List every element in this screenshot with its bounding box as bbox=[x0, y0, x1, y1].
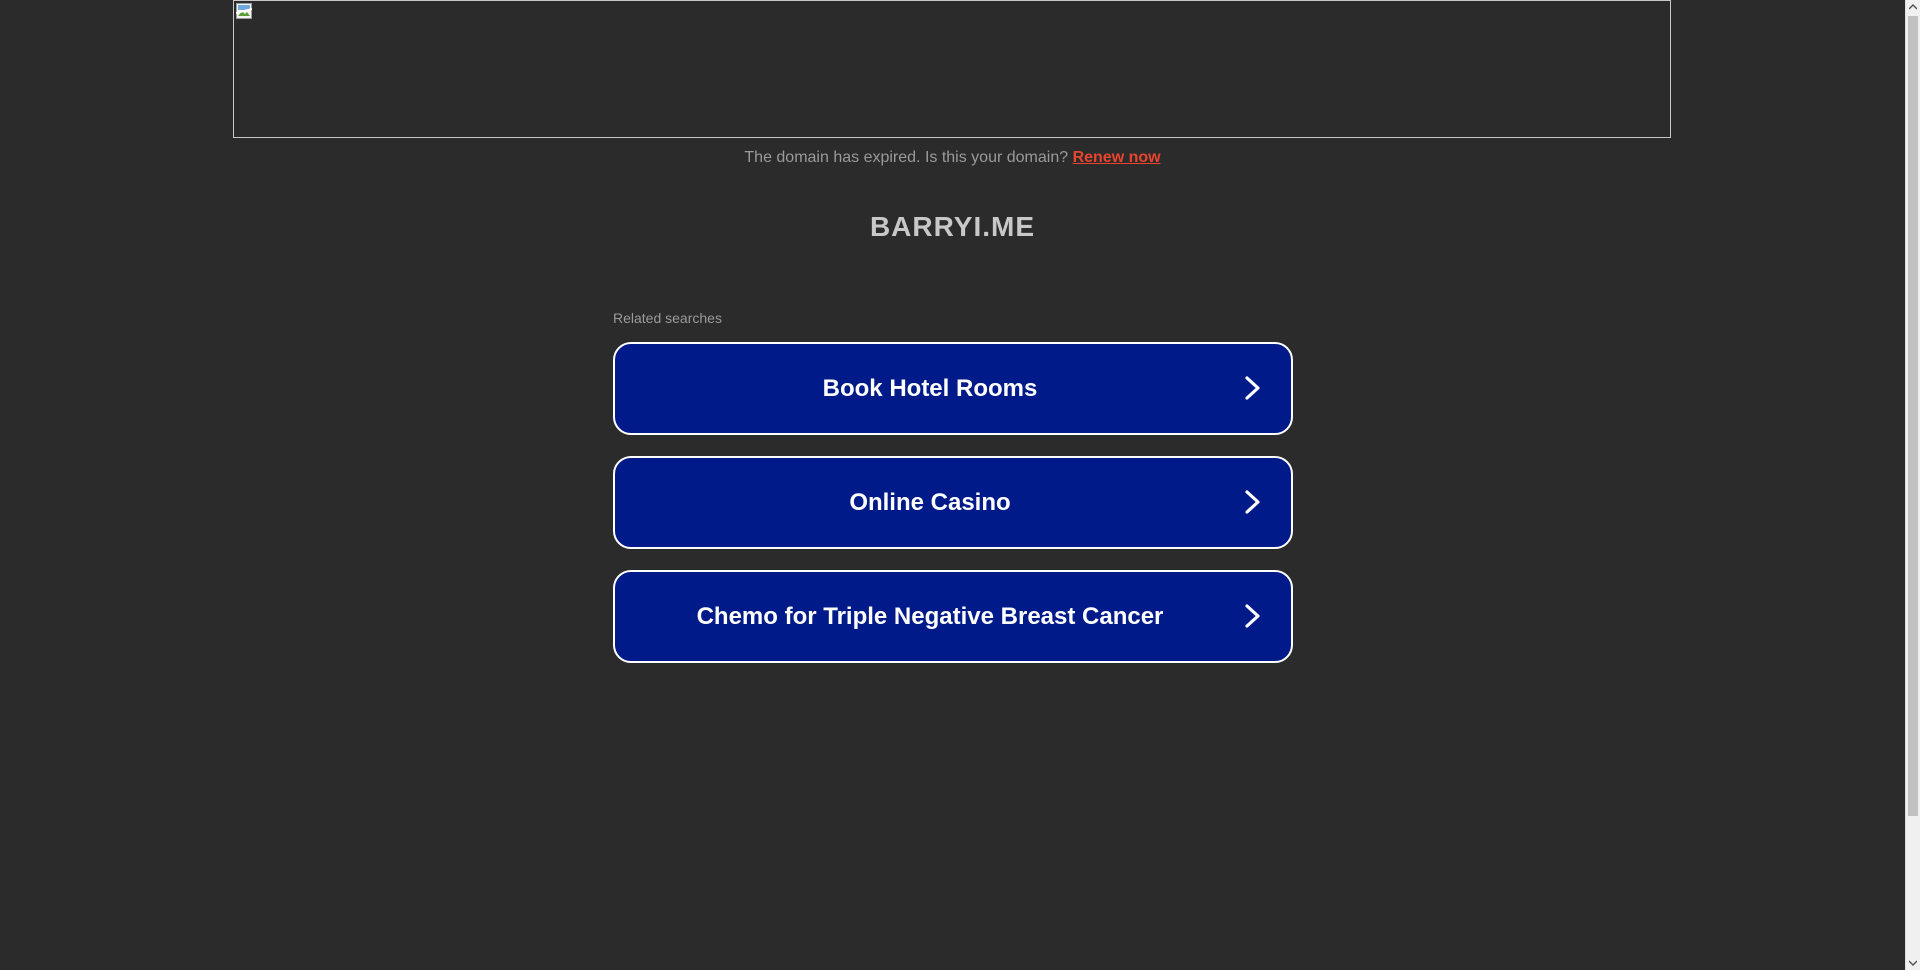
related-search-button-2[interactable]: Online Casino bbox=[613, 456, 1293, 549]
scrollbar-thumb[interactable] bbox=[1908, 16, 1918, 816]
domain-title: BARRYI.ME bbox=[869, 211, 1036, 242]
related-search-label: Online Casino bbox=[849, 489, 1011, 516]
chevron-right-icon bbox=[1245, 490, 1260, 514]
parked-domain-page: The domain has expired. Is this your dom… bbox=[0, 0, 1905, 970]
chevron-right-icon bbox=[1245, 376, 1260, 400]
related-search-label: Book Hotel Rooms bbox=[822, 375, 1038, 402]
chevron-right-icon bbox=[1245, 604, 1260, 628]
scroll-up-icon[interactable] bbox=[1906, 0, 1920, 14]
vertical-scrollbar[interactable] bbox=[1905, 0, 1920, 970]
related-searches-heading: Related searches bbox=[613, 310, 722, 326]
related-search-button-3[interactable]: Chemo for Triple Negative Breast Cancer bbox=[613, 570, 1293, 663]
renew-now-link[interactable]: Renew now bbox=[1073, 149, 1161, 166]
banner-image[interactable] bbox=[233, 0, 1671, 138]
expired-notice-text: The domain has expired. Is this your dom… bbox=[744, 149, 1069, 166]
scroll-down-icon[interactable] bbox=[1906, 956, 1920, 970]
broken-image-icon bbox=[236, 3, 252, 19]
related-search-button-1[interactable]: Book Hotel Rooms bbox=[613, 342, 1293, 435]
related-search-label: Chemo for Triple Negative Breast Cancer bbox=[696, 603, 1164, 630]
expired-notice: The domain has expired. Is this your dom… bbox=[0, 149, 1905, 167]
